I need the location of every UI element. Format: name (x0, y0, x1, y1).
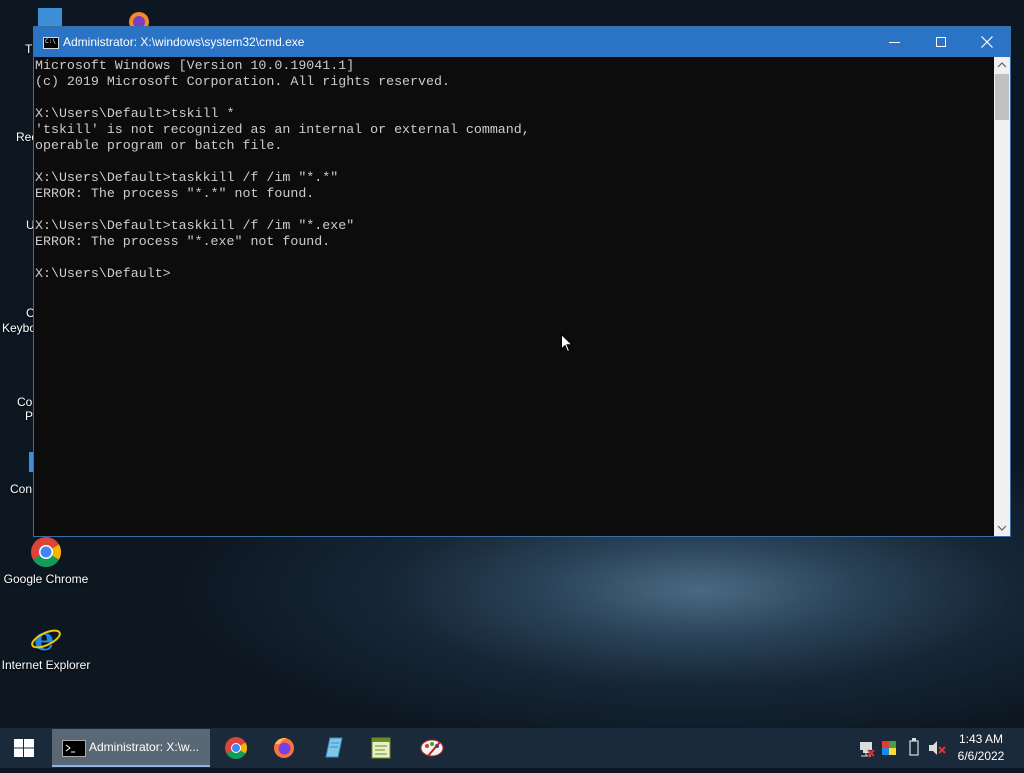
editor-icon (371, 737, 391, 759)
windows-start-icon (14, 739, 34, 757)
console-output[interactable]: Microsoft Windows [Version 10.0.19041.1]… (34, 57, 994, 536)
clock-date: 6/6/2022 (957, 749, 1005, 763)
partial-label: T (25, 42, 33, 56)
minimize-icon (889, 42, 900, 43)
internet-explorer-icon: e (30, 620, 62, 658)
maximize-icon (936, 37, 946, 47)
system-tray (852, 728, 948, 768)
close-button[interactable] (964, 27, 1010, 57)
partial-label: Keybo (2, 321, 37, 335)
cmd-icon (62, 740, 86, 757)
usb-icon[interactable] (904, 728, 924, 768)
partial-label: Con (10, 482, 33, 496)
network-icon[interactable] (856, 728, 878, 768)
taskbar-notepad-button[interactable] (309, 728, 357, 768)
scroll-thumb[interactable] (995, 74, 1009, 120)
scroll-up-button[interactable] (994, 57, 1010, 74)
cmd-window[interactable]: C:\ Administrator: X:\windows\system32\c… (33, 26, 1011, 537)
volume-muted-icon[interactable] (926, 728, 948, 768)
vertical-scrollbar[interactable] (994, 57, 1010, 536)
scroll-down-button[interactable] (994, 519, 1010, 536)
window-titlebar[interactable]: C:\ Administrator: X:\windows\system32\c… (34, 27, 1010, 57)
chevron-up-icon (997, 62, 1007, 68)
chevron-down-icon (997, 525, 1007, 531)
taskbar-editor-button[interactable] (357, 728, 405, 768)
color-icon[interactable] (879, 728, 901, 768)
partial-label: P (25, 409, 34, 423)
taskbar-cmd-label: Administrator: X:\w... (89, 740, 200, 754)
console-text: Microsoft Windows [Version 10.0.19041.1]… (35, 58, 530, 281)
taskbar-chrome-button[interactable] (212, 728, 260, 768)
taskbar-clock[interactable]: 1:43 AM 6/6/2022 (948, 731, 1014, 765)
minimize-button[interactable] (872, 27, 918, 57)
desktop-icon-label: Internet Explorer (1, 658, 91, 672)
desktop-icon-chrome[interactable]: Google Chrome (0, 536, 92, 586)
partial-label: Co (17, 395, 33, 409)
taskbar: Administrator: X:\w... 1:43 AM 6/6/2022 (0, 728, 1024, 768)
notepad-icon (325, 737, 343, 758)
window-title: Administrator: X:\windows\system32\cmd.e… (63, 35, 305, 49)
desktop-icon-label: Google Chrome (3, 572, 89, 586)
cmd-app-icon: C:\ (43, 37, 59, 49)
chrome-icon (225, 737, 247, 759)
start-button[interactable] (0, 728, 48, 768)
taskbar-paint-button[interactable] (408, 728, 456, 768)
taskbar-cmd-button[interactable]: Administrator: X:\w... (52, 729, 210, 767)
desktop-icon-internet-explorer[interactable]: e Internet Explorer (0, 620, 92, 672)
clock-time: 1:43 AM (958, 732, 1004, 746)
mouse-cursor-icon (561, 334, 573, 353)
chrome-icon (30, 536, 62, 568)
paint-icon (420, 739, 444, 757)
taskbar-firefox-button[interactable] (260, 728, 308, 768)
close-icon (981, 36, 993, 48)
maximize-button[interactable] (918, 27, 964, 57)
firefox-icon (274, 737, 294, 758)
